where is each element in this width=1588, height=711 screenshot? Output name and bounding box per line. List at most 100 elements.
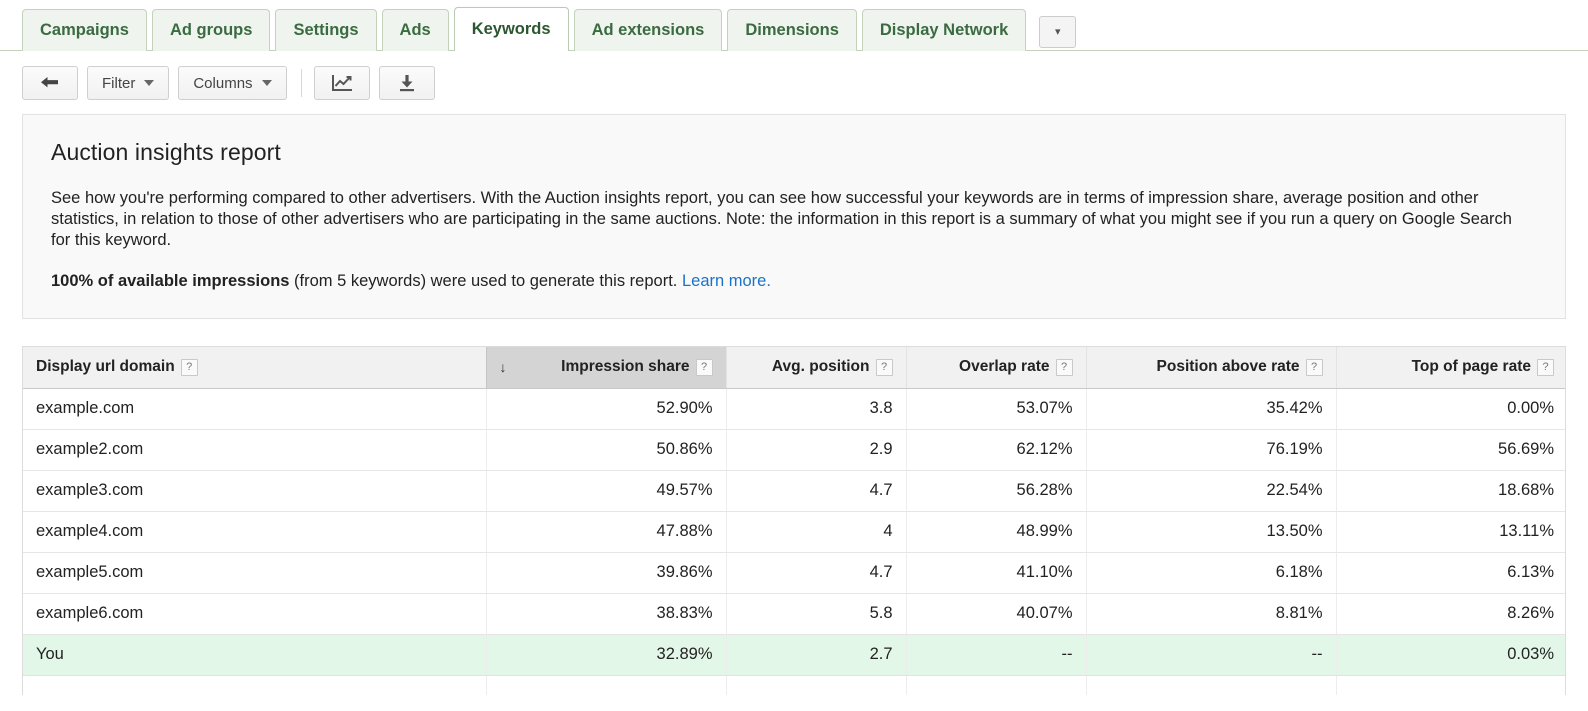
cell-top-of-page-rate: 13.11% <box>1336 511 1566 552</box>
column-header-label: Top of page rate <box>1412 358 1531 376</box>
cell-position-above-rate: -- <box>1086 634 1336 675</box>
cell-overlap-rate: 56.28% <box>906 470 1086 511</box>
download-button[interactable] <box>379 66 435 100</box>
columns-label: Columns <box>193 75 252 92</box>
cell-top-of-page-rate: 18.68% <box>1336 470 1566 511</box>
tab-ad-groups[interactable]: Ad groups <box>152 9 271 51</box>
tab-display-network[interactable]: Display Network <box>862 9 1026 51</box>
cell-domain: example4.com <box>23 511 486 552</box>
table-header-row: Display url domain?↓Impression share?Avg… <box>23 347 1566 388</box>
panel-summary: 100% of available impressions (from 5 ke… <box>51 271 1537 292</box>
cell-position-above-rate: 35.42% <box>1086 388 1336 429</box>
tab-overflow-button[interactable]: ▾ <box>1039 16 1076 48</box>
column-header-impression-share[interactable]: ↓ Impression share? <box>486 347 726 388</box>
download-icon <box>397 74 417 92</box>
table-row[interactable]: example2.com50.86%2.962.12%76.19%56.69% <box>23 429 1566 470</box>
help-icon[interactable]: ? <box>876 359 893 376</box>
column-header-position-above-rate[interactable]: Position above rate? <box>1086 347 1336 388</box>
cell-position-above-rate: 6.18% <box>1086 552 1336 593</box>
cell-top-of-page-rate: 8.26% <box>1336 593 1566 634</box>
table-row[interactable]: example3.com49.57%4.756.28%22.54%18.68% <box>23 470 1566 511</box>
cell-overlap-rate: -- <box>906 634 1086 675</box>
filter-button[interactable]: Filter <box>87 66 169 100</box>
table-row[interactable]: example6.com38.83%5.840.07%8.81%8.26% <box>23 593 1566 634</box>
toolbar-divider <box>301 69 302 97</box>
cell-domain: example2.com <box>23 429 486 470</box>
cell-position-above-rate: 13.50% <box>1086 511 1336 552</box>
cell-position-above-rate: 76.19% <box>1086 429 1336 470</box>
help-icon[interactable]: ? <box>1537 359 1554 376</box>
cell-position-above-rate: 8.81% <box>1086 593 1336 634</box>
cell-domain: example6.com <box>23 593 486 634</box>
table-row[interactable]: example.com52.90%3.853.07%35.42%0.00% <box>23 388 1566 429</box>
help-icon[interactable]: ? <box>1056 359 1073 376</box>
panel-description: See how you're performing compared to ot… <box>51 188 1521 251</box>
cell-overlap-rate: 48.99% <box>906 511 1086 552</box>
cell-domain: example3.com <box>23 470 486 511</box>
help-icon[interactable]: ? <box>1306 359 1323 376</box>
column-header-label: Impression share <box>561 358 689 376</box>
cell-avg-position: 4.7 <box>726 552 906 593</box>
chevron-down-icon <box>262 80 272 86</box>
help-icon[interactable]: ? <box>181 359 198 376</box>
cell-impression-share <box>486 675 726 695</box>
cell-overlap-rate: 40.07% <box>906 593 1086 634</box>
column-header-label: Avg. position <box>772 358 870 376</box>
cell-domain: example5.com <box>23 552 486 593</box>
cell-top-of-page-rate: 0.03% <box>1336 634 1566 675</box>
cell-top-of-page-rate: 0.00% <box>1336 388 1566 429</box>
filter-label: Filter <box>102 75 135 92</box>
column-header-overlap-rate[interactable]: Overlap rate? <box>906 347 1086 388</box>
columns-button[interactable]: Columns <box>178 66 286 100</box>
impressions-percent: 100% of available impressions <box>51 272 289 290</box>
cell-avg-position: 2.9 <box>726 429 906 470</box>
cell-impression-share: 52.90% <box>486 388 726 429</box>
cell-top-of-page-rate: 56.69% <box>1336 429 1566 470</box>
primary-tab-bar: CampaignsAd groupsSettingsAdsKeywordsAd … <box>0 0 1588 51</box>
cell-impression-share: 50.86% <box>486 429 726 470</box>
cell-top-of-page-rate: 6.13% <box>1336 552 1566 593</box>
cell-position-above-rate <box>1086 675 1336 695</box>
chevron-down-icon <box>144 80 154 86</box>
column-header-avg-position[interactable]: Avg. position? <box>726 347 906 388</box>
tab-ad-extensions[interactable]: Ad extensions <box>574 9 723 51</box>
line-chart-icon <box>331 74 353 92</box>
back-arrow-icon <box>39 75 61 91</box>
cell-avg-position <box>726 675 906 695</box>
report-toolbar: Filter Columns <box>0 51 1588 103</box>
help-icon[interactable]: ? <box>696 359 713 376</box>
table-row[interactable]: example4.com47.88%448.99%13.50%13.11% <box>23 511 1566 552</box>
cell-position-above-rate: 22.54% <box>1086 470 1336 511</box>
impressions-rest: (from 5 keywords) were used to generate … <box>289 272 682 290</box>
cell-overlap-rate: 62.12% <box>906 429 1086 470</box>
cell-avg-position: 5.8 <box>726 593 906 634</box>
column-header-top-of-page-rate[interactable]: Top of page rate? <box>1336 347 1566 388</box>
cell-overlap-rate: 53.07% <box>906 388 1086 429</box>
table-row[interactable]: example5.com39.86%4.741.10%6.18%6.13% <box>23 552 1566 593</box>
tab-settings[interactable]: Settings <box>275 9 376 51</box>
column-header-display-url-domain[interactable]: Display url domain? <box>23 347 486 388</box>
tab-dimensions[interactable]: Dimensions <box>727 9 857 51</box>
cell-avg-position: 4 <box>726 511 906 552</box>
sort-descending-icon: ↓ <box>500 360 507 374</box>
cell-avg-position: 2.7 <box>726 634 906 675</box>
auction-insights-panel: Auction insights report See how you're p… <box>22 114 1566 319</box>
table-row-partial <box>23 675 1566 695</box>
tab-campaigns[interactable]: Campaigns <box>22 9 147 51</box>
cell-impression-share: 39.86% <box>486 552 726 593</box>
learn-more-link[interactable]: Learn more. <box>682 272 771 290</box>
column-header-label: Position above rate <box>1157 358 1300 376</box>
auction-insights-table-container: Display url domain?↓Impression share?Avg… <box>22 346 1566 695</box>
back-button[interactable] <box>22 66 78 100</box>
chart-view-button[interactable] <box>314 66 370 100</box>
table-header: Display url domain?↓Impression share?Avg… <box>23 347 1566 388</box>
cell-domain: example.com <box>23 388 486 429</box>
cell-avg-position: 4.7 <box>726 470 906 511</box>
tab-ads[interactable]: Ads <box>382 9 449 51</box>
table-body: example.com52.90%3.853.07%35.42%0.00%exa… <box>23 388 1566 695</box>
cell-impression-share: 47.88% <box>486 511 726 552</box>
table-row-you[interactable]: You32.89%2.7----0.03% <box>23 634 1566 675</box>
cell-impression-share: 38.83% <box>486 593 726 634</box>
column-header-label: Display url domain <box>36 358 175 376</box>
tab-keywords[interactable]: Keywords <box>454 7 569 51</box>
